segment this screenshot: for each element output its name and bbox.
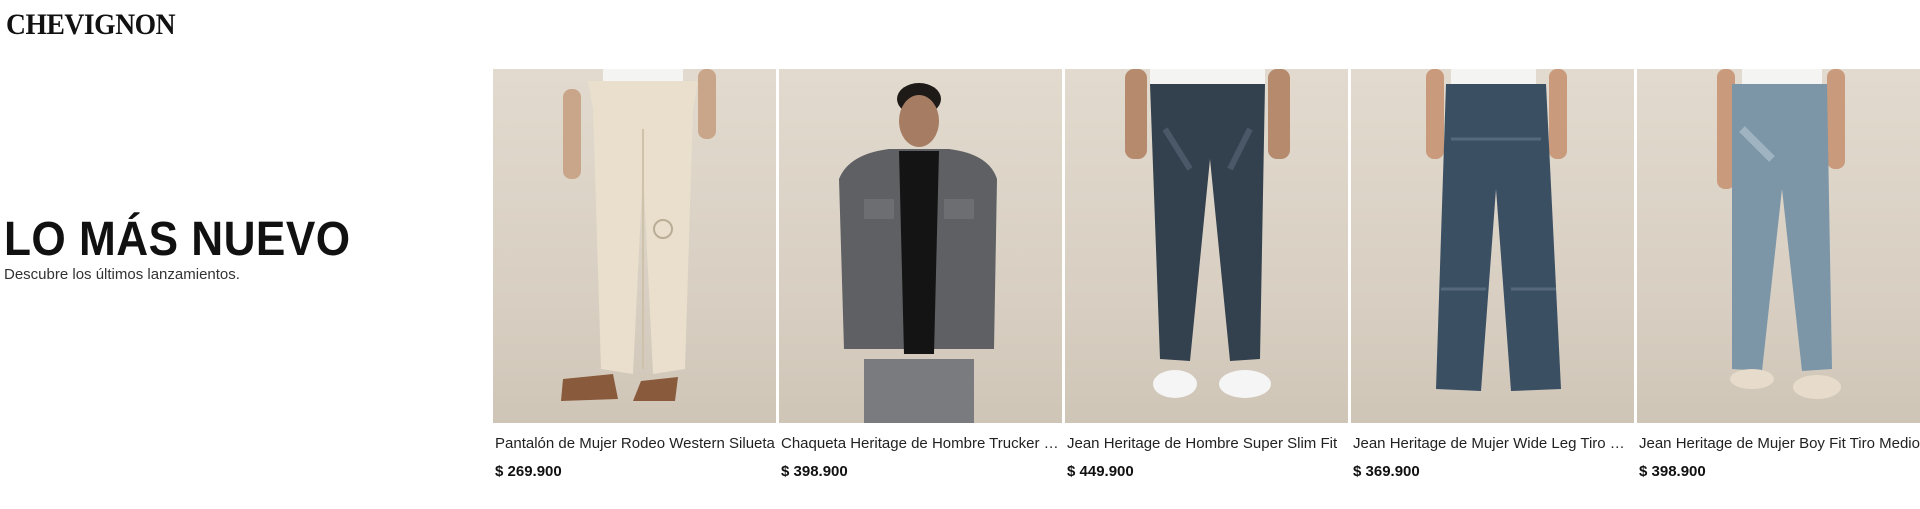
product-card[interactable]: Pantalón de Mujer Rodeo Western Silueta … (493, 69, 776, 499)
product-price: $ 449.900 (1067, 463, 1134, 480)
product-image[interactable] (1065, 69, 1348, 423)
section-title: LO MÁS NUEVO (4, 213, 351, 266)
product-image[interactable] (1637, 69, 1920, 423)
section-subtitle: Descubre los últimos lanzamientos. (4, 266, 240, 283)
boy-fit-jeans-photo (1717, 69, 1845, 399)
dark-jeans-photo (1125, 69, 1290, 398)
product-image[interactable] (1351, 69, 1634, 423)
product-name[interactable]: Jean Heritage de Mujer Boy Fit Tiro Medi… (1637, 435, 1920, 452)
product-card[interactable]: Jean Heritage de Hombre Super Slim Fit $… (1065, 69, 1348, 499)
product-image[interactable] (779, 69, 1062, 423)
product-price: $ 398.900 (781, 463, 848, 480)
product-name[interactable]: Pantalón de Mujer Rodeo Western Silueta (493, 435, 776, 452)
product-price: $ 398.900 (1639, 463, 1706, 480)
product-image[interactable] (493, 69, 776, 423)
product-name[interactable]: Chaqueta Heritage de Hombre Trucker Jack… (779, 435, 1062, 452)
product-card[interactable]: Jean Heritage de Mujer Boy Fit Tiro Medi… (1637, 69, 1920, 499)
product-price: $ 369.900 (1353, 463, 1420, 480)
grey-jacket-photo (839, 83, 997, 423)
brand-logo[interactable]: CHEVIGNON (6, 8, 176, 42)
product-card[interactable]: Chaqueta Heritage de Hombre Trucker Jack… (779, 69, 1062, 499)
product-name[interactable]: Jean Heritage de Hombre Super Slim Fit (1065, 435, 1348, 452)
product-name[interactable]: Jean Heritage de Mujer Wide Leg Tiro Med… (1351, 435, 1634, 452)
product-price: $ 269.900 (495, 463, 562, 480)
beige-pants-photo (561, 69, 716, 401)
product-card[interactable]: Jean Heritage de Mujer Wide Leg Tiro Med… (1351, 69, 1634, 499)
wide-jeans-photo (1426, 69, 1567, 391)
product-carousel[interactable]: Pantalón de Mujer Rodeo Western Silueta … (493, 69, 1920, 499)
